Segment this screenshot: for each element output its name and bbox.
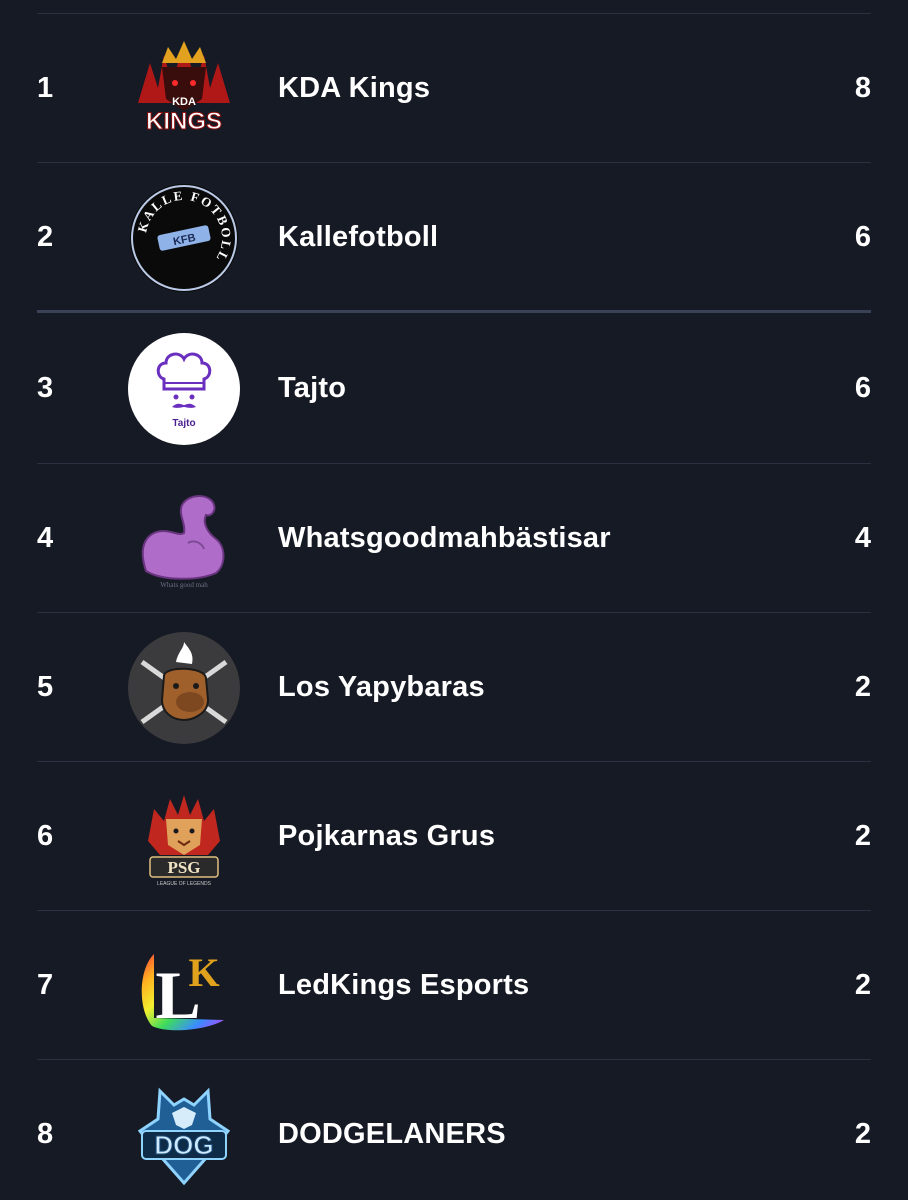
rank: 5	[37, 671, 54, 703]
standings-row[interactable]: 3 Tajto Tajto 6	[0, 314, 908, 463]
svg-text:LEAGUE OF LEGENDS: LEAGUE OF LEGENDS	[157, 881, 212, 887]
rank: 4	[37, 522, 54, 554]
tajto-logo: Tajto	[128, 333, 240, 445]
svg-text:KINGS: KINGS	[146, 108, 222, 135]
standings-row[interactable]: 5 Los Yapybaras 2	[0, 613, 908, 762]
svg-text:DOG: DOG	[154, 1130, 213, 1160]
standings-row[interactable]: 1 KDA KINGS KDA Kings 8	[0, 14, 908, 163]
kda-kings-logo: KDA KINGS	[128, 33, 240, 145]
rank: 2	[37, 221, 54, 253]
rank: 3	[37, 372, 54, 404]
standings-row[interactable]: 7 L K LedKings Esports 2	[0, 911, 908, 1060]
capybara-logo	[128, 632, 240, 744]
rank: 6	[37, 820, 54, 852]
standings-table: 1 KDA KINGS KDA Kings 8 2 KALLE FOTBOLL …	[0, 0, 908, 1200]
standings-row[interactable]: 6 PSG LEAGUE OF LEGENDS Pojkarnas Grus 2	[0, 762, 908, 911]
points: 2	[854, 1118, 871, 1150]
psg-lion-logo: PSG LEAGUE OF LEGENDS	[128, 781, 240, 893]
team-name: LedKings Esports	[278, 969, 530, 1001]
flexed-arm-logo: Whats good mah	[128, 483, 240, 595]
svg-text:Whats good mah: Whats good mah	[160, 581, 208, 589]
team-name: Pojkarnas Grus	[278, 820, 496, 852]
points: 4	[854, 522, 871, 554]
lk-logo: L K	[128, 930, 240, 1042]
rank: 1	[37, 72, 54, 104]
team-name: Whatsgoodmahbästisar	[278, 522, 611, 554]
points: 8	[854, 72, 871, 104]
dog-wolf-logo: DOG	[128, 1079, 240, 1191]
svg-text:Tajto: Tajto	[172, 418, 195, 429]
standings-row[interactable]: 8 DOG DODGELANERS 2	[0, 1060, 908, 1200]
rank: 8	[37, 1118, 54, 1150]
points: 2	[854, 671, 871, 703]
svg-text:KDA: KDA	[172, 96, 196, 108]
standings-row[interactable]: 2 KALLE FOTBOLL KFB Kallefotboll 6	[0, 163, 908, 312]
points: 2	[854, 820, 871, 852]
team-name: Kallefotboll	[278, 221, 439, 253]
rank: 7	[37, 969, 54, 1001]
svg-text:K: K	[188, 950, 219, 995]
qualification-divider	[37, 310, 871, 313]
points: 6	[854, 221, 871, 253]
standings-row[interactable]: 4 Whats good mah Whatsgoodmahbästisar 4	[0, 464, 908, 613]
points: 2	[854, 969, 871, 1001]
team-name: DODGELANERS	[278, 1118, 506, 1150]
team-name: KDA Kings	[278, 72, 431, 104]
kallefotboll-logo: KALLE FOTBOLL KFB	[128, 182, 240, 294]
team-name: Tajto	[278, 372, 347, 404]
team-name: Los Yapybaras	[278, 671, 485, 703]
svg-text:PSG: PSG	[167, 858, 200, 877]
points: 6	[854, 372, 871, 404]
